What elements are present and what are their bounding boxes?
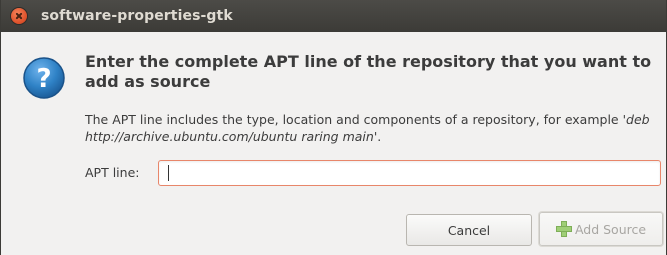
text-cursor <box>168 165 169 181</box>
apt-line-input[interactable] <box>158 160 661 186</box>
description-prefix: The APT line includes the type, location… <box>85 112 627 127</box>
cancel-button-label: Cancel <box>447 222 491 238</box>
apt-line-label: APT line: <box>85 165 140 180</box>
add-source-button[interactable]: Add Source <box>539 212 663 246</box>
title-bar[interactable]: software-properties-gtk <box>1 0 666 32</box>
cancel-button[interactable]: Cancel <box>406 214 532 246</box>
svg-text:?: ? <box>36 64 51 94</box>
window-title: software-properties-gtk <box>41 8 233 24</box>
dialog-description: The APT line includes the type, location… <box>85 111 660 145</box>
dialog-window: software-properties-gtk ? Enter the comp… <box>0 0 667 255</box>
description-suffix: '. <box>373 129 382 144</box>
plus-icon <box>555 221 572 237</box>
add-source-button-label: Add Source <box>574 221 647 237</box>
dialog-heading: Enter the complete APT line of the repos… <box>85 52 652 91</box>
question-icon: ? <box>23 57 65 99</box>
close-icon[interactable] <box>11 8 27 24</box>
